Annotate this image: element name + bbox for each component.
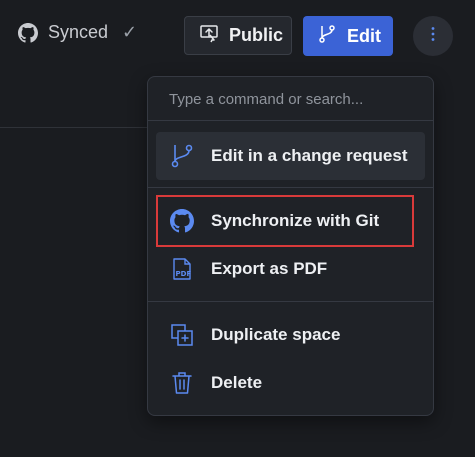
github-icon (18, 22, 38, 43)
check-icon: ✓ (122, 22, 138, 42)
app-page: Synced ✓ Public Edit Type a command or s… (0, 0, 475, 457)
menu-item-delete[interactable]: Delete (156, 359, 425, 407)
menu-separator (148, 301, 433, 302)
public-share-icon (199, 23, 219, 48)
public-label: Public (229, 25, 284, 45)
trash-icon (168, 369, 196, 397)
menu-item-edit-in-change-request[interactable]: Edit in a change request (156, 132, 425, 180)
menu-item-duplicate-space[interactable]: Duplicate space (156, 311, 425, 359)
menu-separator (148, 120, 433, 121)
edit-button[interactable]: Edit (303, 16, 393, 56)
menu-item-label: Edit in a change request (211, 146, 408, 165)
duplicate-icon (168, 321, 196, 349)
pdf-icon: PDF (168, 255, 196, 283)
command-search-input[interactable] (149, 78, 432, 120)
content-divider (0, 127, 150, 128)
highlight-annotation (156, 195, 414, 247)
vertical-dots-icon (430, 26, 436, 47)
sync-status-label: Synced (48, 22, 109, 42)
svg-text:PDF: PDF (176, 270, 192, 278)
top-bar: Synced ✓ Public Edit (0, 0, 475, 72)
menu-separator (148, 187, 433, 188)
branch-icon (317, 24, 337, 49)
public-button[interactable]: Public (184, 16, 292, 55)
menu-item-export-as-pdf[interactable]: PDF Export as PDF (156, 245, 425, 293)
menu-item-label: Delete (211, 373, 263, 392)
menu-item-label: Duplicate space (211, 325, 341, 344)
menu-item-label: Export as PDF (211, 259, 328, 278)
sync-status: Synced ✓ (18, 22, 137, 43)
edit-label: Edit (347, 25, 381, 46)
more-options-button[interactable] (413, 16, 453, 56)
branch-icon (168, 142, 196, 170)
